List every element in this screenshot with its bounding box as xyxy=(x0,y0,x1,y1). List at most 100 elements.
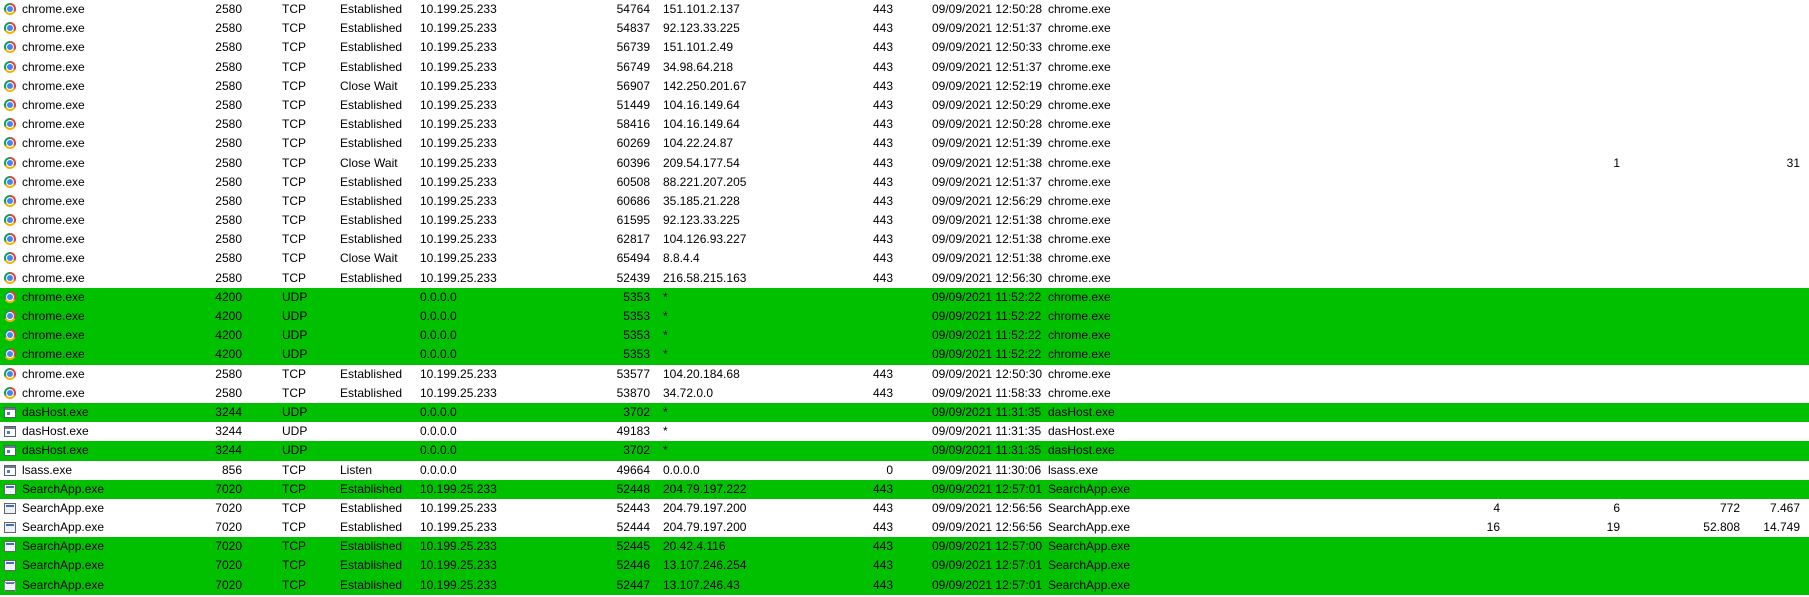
table-row[interactable]: dasHost.exe 3244 UDP 0.0.0.0 3702 * 09/09/2021… xyxy=(0,441,1809,461)
sent-packets-cell xyxy=(1380,326,1500,345)
table-row[interactable]: chrome.exe 2580 TCP Established 10.199.25.23… xyxy=(0,19,1809,38)
module-name-cell: chrome.exe xyxy=(1048,193,1111,208)
protocol-cell: TCP xyxy=(282,462,306,477)
pid-cell: 2580 xyxy=(215,366,242,381)
sent-bytes-cell xyxy=(1620,326,1740,345)
table-row[interactable]: dasHost.exe 3244 UDP 0.0.0.0 49183 * 09/09/202… xyxy=(0,422,1809,441)
table-row[interactable]: chrome.exe 2580 TCP Close Wait 10.199.25.233… xyxy=(0,249,1809,268)
received-packets-cell xyxy=(1500,403,1620,422)
sent-packets-cell xyxy=(1380,365,1500,384)
pid-cell: 3244 xyxy=(215,424,242,439)
pid-cell: 2580 xyxy=(215,270,242,285)
pid-cell: 2580 xyxy=(215,40,242,55)
state-cell: Established xyxy=(340,366,403,381)
protocol-cell: UDP xyxy=(282,443,308,458)
module-name-cell: chrome.exe xyxy=(1048,328,1111,343)
received-bytes-cell xyxy=(1740,38,1800,57)
table-row[interactable]: chrome.exe 2580 TCP Established 10.199.25.23… xyxy=(0,38,1809,57)
table-row[interactable]: chrome.exe 4200 UDP 0.0.0.0 5353 * 09/09/2021 … xyxy=(0,307,1809,327)
state-cell: Close Wait xyxy=(340,251,398,266)
table-row[interactable]: SearchApp.exe 7020 TCP Established 10.199.25… xyxy=(0,537,1809,557)
table-row[interactable]: chrome.exe 2580 TCP Established 10.199.25.23… xyxy=(0,96,1809,115)
table-row[interactable]: chrome.exe 2580 TCP Established 10.199.25.23… xyxy=(0,58,1809,77)
local-port-cell: 54837 xyxy=(616,21,650,36)
sent-packets-cell xyxy=(1380,307,1500,326)
received-bytes-cell: 14.749 xyxy=(1763,520,1800,535)
remote-address-cell: 104.16.149.64 xyxy=(663,117,740,132)
remote-address-cell: 20.42.4.116 xyxy=(663,539,726,554)
process-name: SearchApp.exe xyxy=(22,558,105,573)
protocol-cell: TCP xyxy=(282,174,306,189)
state-cell: Established xyxy=(340,193,403,208)
remote-address-cell: * xyxy=(663,309,668,323)
table-row[interactable]: chrome.exe 2580 TCP Established 10.199.25.23… xyxy=(0,384,1809,403)
table-row[interactable]: chrome.exe 2580 TCP Close Wait 10.199.25.233… xyxy=(0,77,1809,96)
chrome-icon xyxy=(4,58,18,77)
sent-packets-cell xyxy=(1380,38,1500,57)
table-row[interactable]: chrome.exe 2580 TCP Established 10.199.25.23… xyxy=(0,230,1809,249)
table-row[interactable]: chrome.exe 2580 TCP Established 10.199.25.23… xyxy=(0,173,1809,192)
table-row[interactable]: chrome.exe 2580 TCP Established 10.199.25.23… xyxy=(0,365,1809,384)
create-time-cell: 09/09/2021 11:31:35 xyxy=(932,443,1042,458)
process-name: dasHost.exe xyxy=(22,443,89,458)
table-row[interactable]: chrome.exe 4200 UDP 0.0.0.0 5353 * 09/09/2021 … xyxy=(0,287,1809,307)
table-row[interactable]: chrome.exe 4200 UDP 0.0.0.0 5353 * 09/09/2021 … xyxy=(0,326,1809,346)
table-row[interactable]: lsass.exe 856 TCP Listen 0.0.0.0 49664 0.0.0.0… xyxy=(0,461,1809,480)
remote-address-cell: 104.20.184.68 xyxy=(663,366,740,381)
received-bytes-cell xyxy=(1740,249,1800,268)
chrome-icon xyxy=(4,249,18,268)
process-name: SearchApp.exe xyxy=(22,577,105,592)
process-name: dasHost.exe xyxy=(22,424,89,439)
table-row[interactable]: SearchApp.exe 7020 TCP Established 10.199.25… xyxy=(0,499,1809,518)
table-row[interactable]: chrome.exe 2580 TCP Established 10.199.25.23… xyxy=(0,192,1809,211)
app-icon xyxy=(4,560,16,572)
process-name: chrome.exe xyxy=(22,59,85,74)
process-name: lsass.exe xyxy=(22,462,73,477)
pid-cell: 7020 xyxy=(215,577,242,592)
received-bytes-cell xyxy=(1740,115,1800,134)
module-name-cell: chrome.exe xyxy=(1048,21,1111,36)
create-time-cell: 09/09/2021 12:57:01 xyxy=(932,481,1043,496)
table-row[interactable]: chrome.exe 2580 TCP Established 10.199.25.23… xyxy=(0,115,1809,134)
local-address-cell: 10.199.25.233 xyxy=(420,97,497,112)
sent-packets-cell xyxy=(1380,461,1500,480)
chrome-icon xyxy=(4,96,18,115)
sent-bytes-cell: 52.808 xyxy=(1703,520,1740,535)
remote-address-cell: * xyxy=(663,404,668,419)
local-address-cell: 10.199.25.233 xyxy=(420,59,497,74)
remote-address-cell: 204.79.197.222 xyxy=(663,481,747,496)
local-address-cell: 0.0.0.0 xyxy=(420,309,457,323)
create-time-cell: 09/09/2021 11:52:22 xyxy=(932,289,1042,304)
sent-bytes-cell xyxy=(1620,134,1740,153)
table-row[interactable]: chrome.exe 4200 UDP 0.0.0.0 5353 * 09/09/2021 … xyxy=(0,345,1809,365)
table-row[interactable]: SearchApp.exe 7020 TCP Established 10.199.25… xyxy=(0,518,1809,537)
sent-packets-cell xyxy=(1380,96,1500,115)
process-name: chrome.exe xyxy=(22,21,85,36)
local-address-cell: 0.0.0.0 xyxy=(420,328,457,343)
table-row[interactable]: dasHost.exe 3244 UDP 0.0.0.0 3702 * 09/09/2021… xyxy=(0,402,1809,423)
table-row[interactable]: chrome.exe 2580 TCP Established 10.199.25.23… xyxy=(0,0,1809,19)
sent-bytes-cell xyxy=(1620,537,1740,556)
remote-port-cell: 443 xyxy=(872,21,893,36)
create-time-cell: 09/09/2021 12:51:38 xyxy=(932,251,1043,266)
table-row[interactable]: SearchApp.exe 7020 TCP Established 10.199.25… xyxy=(0,556,1809,576)
module-name-cell: chrome.exe xyxy=(1048,2,1111,16)
received-packets-cell xyxy=(1500,422,1620,441)
create-time-cell: 09/09/2021 11:31:35 xyxy=(932,424,1042,439)
sent-bytes-cell xyxy=(1620,38,1740,57)
table-row[interactable]: chrome.exe 2580 TCP Established 10.199.25.23… xyxy=(0,134,1809,153)
table-row[interactable]: chrome.exe 2580 TCP Established 10.199.25.23… xyxy=(0,269,1809,288)
table-row[interactable]: chrome.exe 2580 TCP Established 10.199.25.23… xyxy=(0,211,1809,230)
module-name-cell: lsass.exe xyxy=(1048,462,1099,477)
pid-cell: 7020 xyxy=(215,500,242,515)
state-cell: Established xyxy=(340,500,403,515)
process-name: chrome.exe xyxy=(22,366,85,381)
create-time-cell: 09/09/2021 12:52:19 xyxy=(932,78,1043,93)
sent-packets-cell: 4 xyxy=(1493,500,1500,515)
table-row[interactable]: SearchApp.exe 7020 TCP Established 10.199.25… xyxy=(0,575,1809,595)
received-packets-cell xyxy=(1500,441,1620,460)
protocol-cell: TCP xyxy=(282,558,306,573)
sent-bytes-cell xyxy=(1620,19,1740,38)
table-row[interactable]: SearchApp.exe 7020 TCP Established 10.199.25… xyxy=(0,479,1809,499)
table-row[interactable]: chrome.exe 2580 TCP Close Wait 10.199.25.233… xyxy=(0,154,1809,173)
